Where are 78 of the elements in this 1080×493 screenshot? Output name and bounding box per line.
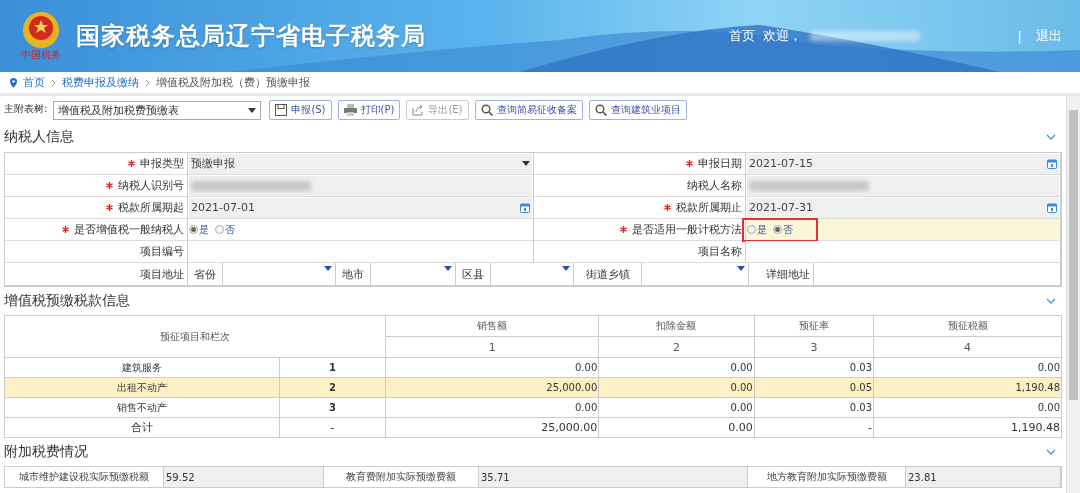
field-label: 税款所属期止 <box>676 200 742 215</box>
value-field[interactable]: 35.71 <box>479 467 748 487</box>
section-title: 增值税预缴税款信息 <box>4 292 130 310</box>
table-header: 预征税额 <box>873 315 1062 337</box>
required-asterisk-icon <box>106 182 113 189</box>
chevron-right-icon <box>51 78 56 87</box>
field-label: 纳税人名称 <box>687 178 742 193</box>
field-label: 项目地址 <box>140 266 184 282</box>
table-header: 扣除金额 <box>598 315 755 337</box>
table-cell: 出租不动产 <box>4 377 280 398</box>
section-title: 附加税费情况 <box>4 443 88 461</box>
printer-icon <box>343 104 357 116</box>
radio-option[interactable]: 否 <box>215 222 235 237</box>
field-label: 项目名称 <box>698 244 742 259</box>
location-pin-icon <box>10 77 17 88</box>
chevron-down-icon[interactable] <box>1046 449 1056 455</box>
table-cell: 销售不动产 <box>4 397 280 418</box>
save-icon <box>275 104 288 116</box>
required-asterisk-icon <box>664 204 671 211</box>
table-cell: 建筑服务 <box>4 357 280 378</box>
value-field[interactable]: 23.81 <box>906 467 1061 487</box>
search-icon <box>594 104 607 116</box>
required-asterisk-icon <box>686 160 693 167</box>
field-label: 区县 <box>462 266 484 282</box>
field-label: 街道乡镇 <box>585 266 630 282</box>
tree-label: 主附表树: <box>4 102 48 116</box>
column-number: 2 <box>598 336 755 358</box>
dropdown-caret-icon[interactable] <box>562 266 570 271</box>
emblem-logo <box>21 10 61 50</box>
field-label: 是否适用一般计税方法 <box>632 222 742 237</box>
radio-option[interactable]: 否 <box>773 222 793 237</box>
field-label: 项目编号 <box>140 244 184 259</box>
dropdown-caret-icon[interactable] <box>444 266 452 271</box>
logo-caption: 中国税务 <box>21 48 61 62</box>
welcome-text: 欢迎， <box>762 27 802 45</box>
table-header: 预征率 <box>754 315 874 337</box>
chevron-down-icon[interactable] <box>1046 134 1056 140</box>
required-asterisk-icon <box>62 226 69 233</box>
toolbar-button[interactable]: 打印(P) <box>337 100 401 120</box>
site-title: 国家税务总局辽宁省电子税务局 <box>76 21 426 52</box>
toolbar-button[interactable]: 查询简易征收备案 <box>474 100 583 120</box>
chevron-right-icon <box>145 78 150 87</box>
table-header: 预征项目和栏次 <box>4 315 386 358</box>
toolbar-button[interactable]: 申报(S) <box>269 100 332 120</box>
section-title: 纳税人信息 <box>4 128 74 146</box>
radio-option[interactable]: 是 <box>747 222 767 237</box>
field-label: 是否增值税一般纳税人 <box>74 222 184 237</box>
column-number: 4 <box>873 336 1062 358</box>
field-label: 申报日期 <box>698 156 742 171</box>
field-label: 详细地址 <box>766 266 810 282</box>
column-number: 1 <box>385 336 599 358</box>
dropdown-caret-icon[interactable] <box>737 266 745 271</box>
table-cell: 合计 <box>4 417 280 438</box>
table-header: 销售额 <box>385 315 599 337</box>
field-label: 申报类型 <box>140 156 184 171</box>
scrollbar[interactable] <box>1066 96 1080 493</box>
value-field[interactable]: 59.52 <box>164 467 324 487</box>
column-number: 3 <box>754 336 874 358</box>
field-label: 地市 <box>342 266 364 282</box>
dropdown-caret-icon[interactable] <box>324 266 332 271</box>
toolbar-button[interactable]: 查询建筑业项目 <box>588 100 687 120</box>
radio-option[interactable]: 是 <box>189 222 209 237</box>
field-label: 纳税人识别号 <box>118 178 184 193</box>
breadcrumb-current: 增值税及附加税（费）预缴申报 <box>156 75 310 90</box>
dropdown-caret-icon[interactable] <box>248 107 257 113</box>
required-asterisk-icon <box>620 226 627 233</box>
breadcrumb-link[interactable]: 税费申报及缴纳 <box>62 75 139 90</box>
nav-link[interactable]: 首页 <box>728 27 755 45</box>
chevron-down-icon[interactable] <box>1046 298 1056 304</box>
search-icon <box>480 104 493 116</box>
export-icon <box>412 104 425 116</box>
required-asterisk-icon <box>106 204 113 211</box>
nav-separator: | <box>1017 28 1022 44</box>
tree-select[interactable]: 增值税及附加税费预缴表 <box>53 100 262 120</box>
required-asterisk-icon <box>128 160 135 167</box>
field-label: 税款所属期起 <box>118 200 184 215</box>
field-label: 省份 <box>194 266 216 282</box>
breadcrumb-link[interactable]: 首页 <box>23 75 45 90</box>
